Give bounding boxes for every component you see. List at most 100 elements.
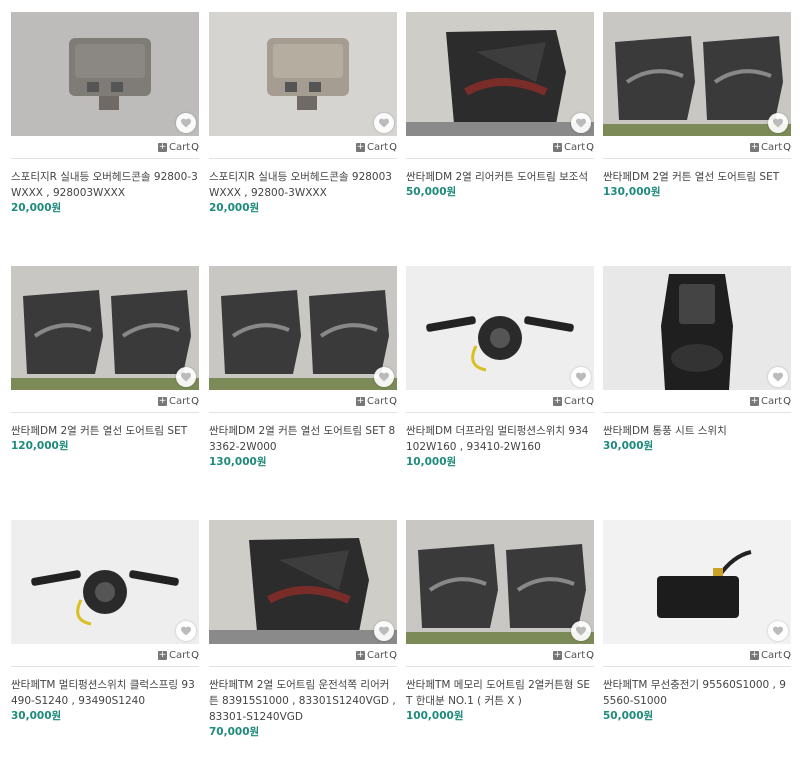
add-to-cart-button[interactable]: + Cart Q: [355, 141, 397, 153]
door-trim-photo[interactable]: [209, 520, 397, 644]
product-card[interactable]: + Cart Q 싼타페DM 2열 커튼 열선 도어트림 SET 120,000…: [11, 266, 199, 453]
search-icon: Q: [586, 395, 594, 407]
add-to-cart-button[interactable]: + Cart Q: [552, 650, 594, 661]
product-title[interactable]: 싼타페TM 메모리 도어트림 2열커튼형 SET 한대분 NO.1 ( 커튼 X…: [406, 677, 594, 709]
product-price: 120,000원: [11, 440, 69, 452]
door-trim-set-photo[interactable]: [603, 12, 791, 136]
door-trim-set-photo[interactable]: [209, 266, 397, 390]
add-to-cart-button[interactable]: + Cart Q: [749, 141, 791, 153]
multifunction-switch-photo[interactable]: [406, 266, 594, 390]
heart-icon[interactable]: [768, 367, 788, 387]
heart-icon[interactable]: [176, 621, 196, 641]
product-title[interactable]: 싼타페TM 멀티펑션스위치 클럭스프링 93490-S1240 , 93490S…: [11, 677, 199, 709]
door-trim-set-photo[interactable]: [406, 520, 594, 644]
product-image[interactable]: [406, 12, 594, 136]
door-trim-set-photo[interactable]: [11, 266, 199, 390]
add-to-cart-button[interactable]: + Cart Q: [157, 142, 199, 153]
heart-icon[interactable]: [571, 367, 591, 387]
product-card[interactable]: + Cart Q 스포티지R 실내등 오버헤드콘솔 928003WXXX , 9…: [209, 12, 397, 215]
product-price: 30,000원: [11, 710, 62, 722]
product-image[interactable]: [406, 520, 594, 644]
overhead-console-photo[interactable]: [11, 12, 199, 136]
plus-icon: +: [355, 649, 365, 660]
product-image[interactable]: [11, 266, 199, 390]
add-to-cart-button[interactable]: + Cart Q: [552, 395, 594, 407]
heart-icon[interactable]: [176, 367, 196, 387]
cart-bar: + Cart Q: [603, 136, 791, 158]
search-icon: Q: [389, 141, 397, 153]
cart-label: Cart: [366, 649, 389, 661]
product-card[interactable]: + Cart Q 싼타페DM 2열 커튼 열선 도어트림 SET 130,000…: [603, 12, 791, 199]
plus-icon: +: [355, 141, 365, 152]
heart-icon[interactable]: [571, 113, 591, 133]
product-price: 20,000원: [209, 202, 260, 214]
product-title[interactable]: 스포티지R 실내등 오버헤드콘솔 92800-3WXXX , 928003WXX…: [11, 169, 199, 201]
heart-icon[interactable]: [374, 113, 394, 133]
product-image[interactable]: [406, 266, 594, 390]
seat-switch-photo[interactable]: [603, 266, 791, 390]
divider: [11, 412, 199, 413]
add-to-cart-button[interactable]: + Cart Q: [157, 395, 199, 407]
cart-bar: + Cart Q: [603, 390, 791, 412]
product-card[interactable]: + Cart Q 스포티지R 실내등 오버헤드콘솔 92800-3WXXX , …: [11, 12, 199, 215]
product-price: 100,000원: [406, 710, 464, 722]
product-title[interactable]: 싼타페DM 2열 커튼 열선 도어트림 SET 83362-2W000: [209, 423, 397, 455]
product-image[interactable]: [603, 520, 791, 644]
product-image[interactable]: [209, 12, 397, 136]
product-title[interactable]: 싼타페DM 2열 커튼 열선 도어트림 SET: [603, 169, 791, 185]
overhead-console-photo[interactable]: [209, 12, 397, 136]
heart-icon[interactable]: [176, 113, 196, 133]
product-image[interactable]: [603, 12, 791, 136]
search-icon: Q: [783, 395, 791, 407]
product-price: 50,000원: [603, 710, 654, 722]
product-price: 50,000원: [406, 186, 457, 198]
product-title[interactable]: 싼타페DM 통풍 시트 스위치: [603, 423, 791, 439]
add-to-cart-button[interactable]: + Cart Q: [157, 650, 199, 661]
product-price: 30,000원: [603, 440, 654, 452]
product-title[interactable]: 싼타페DM 2열 리어커튼 도어트림 보조석: [406, 169, 594, 185]
product-price: 70,000원: [209, 726, 260, 738]
product-title[interactable]: 스포티지R 실내등 오버헤드콘솔 928003WXXX , 92800-3WXX…: [209, 169, 397, 201]
heart-icon[interactable]: [374, 367, 394, 387]
plus-icon: +: [749, 395, 759, 406]
product-card[interactable]: + Cart Q 싼타페TM 2열 도어트림 운전석쪽 리어커튼 83915S1…: [209, 520, 397, 739]
add-to-cart-button[interactable]: + Cart Q: [552, 142, 594, 153]
product-image[interactable]: [11, 12, 199, 136]
add-to-cart-button[interactable]: + Cart Q: [355, 395, 397, 407]
plus-icon: +: [749, 649, 759, 660]
divider: [406, 158, 594, 159]
product-title[interactable]: 싼타페TM 2열 도어트림 운전석쪽 리어커튼 83915S1000 , 833…: [209, 677, 397, 725]
add-to-cart-button[interactable]: + Cart Q: [749, 395, 791, 407]
product-image[interactable]: [11, 520, 199, 644]
heart-icon[interactable]: [571, 621, 591, 641]
heart-icon[interactable]: [374, 621, 394, 641]
product-card[interactable]: + Cart Q 싼타페DM 2열 커튼 열선 도어트림 SET 83362-2…: [209, 266, 397, 469]
divider: [603, 158, 791, 159]
wireless-charger-photo[interactable]: [603, 520, 791, 644]
plus-icon: +: [355, 395, 365, 406]
cart-bar: + Cart Q: [11, 390, 199, 412]
add-to-cart-button[interactable]: + Cart Q: [749, 649, 791, 661]
cart-label: Cart: [168, 395, 191, 407]
add-to-cart-button[interactable]: + Cart Q: [355, 649, 397, 661]
product-card[interactable]: + Cart Q 싼타페DM 2열 리어커튼 도어트림 보조석 50,000원: [406, 12, 594, 199]
product-card[interactable]: + Cart Q 싼타페TM 메모리 도어트림 2열커튼형 SET 한대분 NO…: [406, 520, 594, 723]
product-card[interactable]: + Cart Q 싼타페TM 멀티펑션스위치 클럭스프링 93490-S1240…: [11, 520, 199, 723]
multifunction-switch-photo[interactable]: [11, 520, 199, 644]
cart-label: Cart: [760, 141, 783, 153]
product-image[interactable]: [209, 266, 397, 390]
cart-label: Cart: [366, 141, 389, 153]
product-grid: + Cart Q 스포티지R 실내등 오버헤드콘솔 92800-3WXXX , …: [0, 0, 800, 766]
door-trim-photo[interactable]: [406, 12, 594, 136]
heart-icon[interactable]: [768, 113, 788, 133]
product-title[interactable]: 싼타페TM 무선충전기 95560S1000 , 95560-S1000: [603, 677, 791, 709]
product-card[interactable]: + Cart Q 싼타페DM 통풍 시트 스위치 30,000원: [603, 266, 791, 453]
product-title[interactable]: 싼타페DM 2열 커튼 열선 도어트림 SET: [11, 423, 199, 439]
cart-label: Cart: [760, 395, 783, 407]
heart-icon[interactable]: [768, 621, 788, 641]
product-title[interactable]: 싼타페DM 더프라임 멀티펑션스위치 934102W160 , 93410-2W…: [406, 423, 594, 455]
product-card[interactable]: + Cart Q 싼타페DM 더프라임 멀티펑션스위치 934102W160 ,…: [406, 266, 594, 469]
product-image[interactable]: [209, 520, 397, 644]
product-card[interactable]: + Cart Q 싼타페TM 무선충전기 95560S1000 , 95560-…: [603, 520, 791, 723]
product-image[interactable]: [603, 266, 791, 390]
